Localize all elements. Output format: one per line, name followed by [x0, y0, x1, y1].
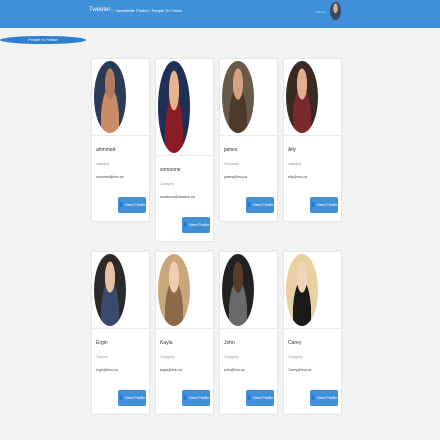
person-category: category: [288, 162, 302, 166]
person-card: Ergin Toronto ergin@imu.ca 👤View Profile: [92, 252, 149, 414]
user-avatar[interactable]: [330, 2, 341, 20]
nav-profile-label: Profile: [136, 8, 148, 13]
person-card: ahmmed category ahmmed@imu.ca 👤View Profile: [92, 59, 149, 221]
user-icon: 👤: [118, 202, 124, 207]
person-email: ahmmed@imu.ca: [96, 175, 124, 179]
person-category: Devonian: [224, 162, 239, 166]
person-category: Toronto: [96, 355, 108, 359]
profile-icon: ☺: [131, 8, 136, 13]
user-icon: 👤: [246, 395, 252, 400]
person-category: Category: [160, 355, 175, 359]
card-divider: [284, 135, 341, 136]
person-card: John Category john@imu.ca 👤View Profile: [220, 252, 277, 414]
view-profile-button[interactable]: 👤View Profile: [182, 217, 210, 233]
card-divider: [156, 155, 213, 156]
view-profile-button[interactable]: 👤View Profile: [246, 390, 274, 406]
twitter-bird-icon: 🐦: [110, 8, 115, 13]
person-category: Category: [160, 182, 175, 186]
view-profile-button[interactable]: 👤View Profile: [246, 197, 274, 213]
user-icon: 👤: [182, 222, 188, 227]
view-profile-label: View Profile: [124, 202, 146, 207]
view-profile-label: View Profile: [252, 395, 274, 400]
person-card: someone Category someone@imutech.ca 👤View P…: [156, 59, 213, 241]
person-name: Kayla: [160, 340, 173, 346]
person-card: Kayla Category kayla@imu.ca 👤View Profile: [156, 252, 213, 414]
nav-profile-link[interactable]: ☺Profile: [131, 8, 147, 13]
nav-people-label: People To Follow: [151, 8, 182, 13]
person-email: james@imu.ca: [224, 175, 248, 179]
brand-title[interactable]: Tweeter: [89, 7, 110, 13]
person-photo: [158, 61, 190, 153]
person-email: someone@imutech.ca: [160, 195, 195, 199]
top-navbar: Tweeter 🐦Newsfeed ☺Profile ⚇People To Fo…: [0, 0, 440, 28]
card-divider: [92, 135, 149, 136]
user-icon: 👤: [246, 202, 252, 207]
person-email: ergin@imu.ca: [96, 368, 118, 372]
card-divider: [156, 328, 213, 329]
person-name: Ergin: [96, 340, 108, 346]
view-profile-button[interactable]: 👤View Profile: [118, 390, 146, 406]
card-divider: [92, 328, 149, 329]
people-to-follow-button[interactable]: People to Follow: [0, 36, 86, 44]
nav-people-link[interactable]: ⚇People To Follow: [147, 8, 182, 13]
view-profile-label: View Profile: [316, 395, 338, 400]
card-divider: [220, 135, 277, 136]
person-name: Carey: [288, 340, 302, 346]
person-name: John: [224, 340, 235, 346]
view-profile-label: View Profile: [188, 395, 210, 400]
person-category: Category: [224, 355, 239, 359]
person-card: james Devonian james@imu.ca 👤View Profile: [220, 59, 277, 221]
card-divider: [284, 328, 341, 329]
view-profile-button[interactable]: 👤View Profile: [118, 197, 146, 213]
view-profile-label: View Profile: [188, 222, 210, 227]
person-name: james: [224, 147, 238, 153]
person-photo: [286, 61, 318, 133]
card-divider: [220, 328, 277, 329]
person-category: category: [96, 162, 110, 166]
person-photo: [94, 254, 126, 326]
person-category: Category: [288, 355, 303, 359]
person-photo: [94, 61, 126, 133]
person-photo: [286, 254, 318, 326]
nav-user-name: Ahmed: [316, 10, 326, 14]
person-email: ally@imu.ca: [288, 175, 308, 179]
person-card: Carey Category Carey@imu.ca 👤View Profile: [284, 252, 341, 414]
person-name: Ally: [288, 147, 297, 153]
person-photo: [222, 61, 254, 133]
view-profile-label: View Profile: [252, 202, 274, 207]
people-icon: ⚇: [147, 8, 151, 13]
view-profile-label: View Profile: [124, 395, 146, 400]
person-photo: [222, 254, 254, 326]
person-name: someone: [160, 167, 181, 173]
view-profile-button[interactable]: 👤View Profile: [310, 197, 338, 213]
view-profile-label: View Profile: [316, 202, 338, 207]
user-icon: 👤: [118, 395, 124, 400]
person-card: Ally category ally@imu.ca 👤View Profile: [284, 59, 341, 221]
user-icon: 👤: [310, 395, 316, 400]
person-email: Carey@imu.ca: [288, 368, 312, 372]
person-name: ahmmed: [96, 147, 116, 153]
user-icon: 👤: [182, 395, 188, 400]
person-email: kayla@imu.ca: [160, 368, 183, 372]
person-photo: [158, 254, 190, 326]
view-profile-button[interactable]: 👤View Profile: [310, 390, 338, 406]
view-profile-button[interactable]: 👤View Profile: [182, 390, 210, 406]
person-email: john@imu.ca: [224, 368, 245, 372]
user-icon: 👤: [310, 202, 316, 207]
